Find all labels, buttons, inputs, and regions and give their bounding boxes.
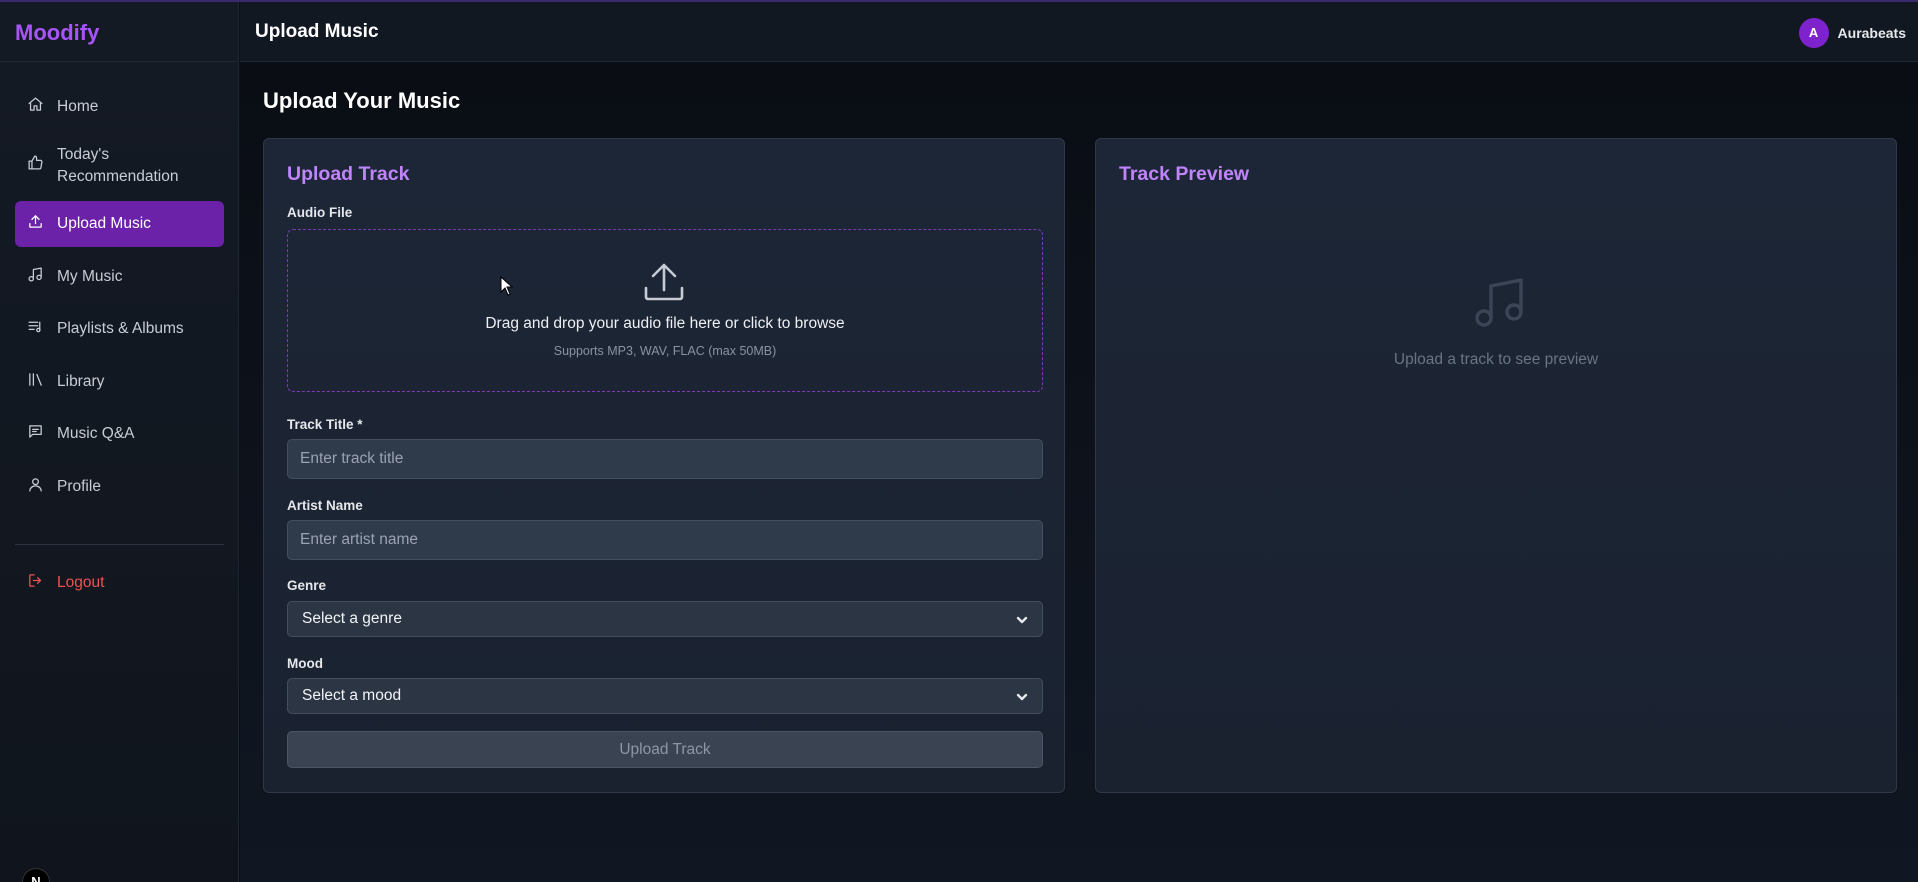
sidebar-item-label: Home bbox=[57, 98, 99, 115]
home-icon bbox=[27, 96, 44, 118]
artist-name-label: Artist Name bbox=[287, 498, 363, 513]
sidebar-item-my-music[interactable]: My Music bbox=[15, 254, 224, 300]
sidebar-item-profile[interactable]: Profile bbox=[15, 464, 224, 510]
top-header: Upload Music A Aurabeats bbox=[240, 2, 1918, 62]
chevron-down-icon bbox=[1016, 690, 1028, 702]
upload-icon bbox=[27, 213, 44, 235]
app-root: Moodify Home Today's Recommendation Uplo… bbox=[0, 0, 1918, 882]
chat-icon bbox=[27, 423, 44, 445]
sidebar-item-library[interactable]: Library bbox=[15, 359, 224, 405]
sidebar-item-label: Today's Recommendation bbox=[57, 145, 179, 185]
audio-file-label: Audio File bbox=[287, 205, 353, 220]
logout-icon bbox=[27, 572, 44, 594]
sidebar-item-todays-recommendation[interactable]: Today's Recommendation bbox=[15, 137, 224, 195]
genre-label: Genre bbox=[287, 578, 327, 593]
playlist-icon bbox=[27, 318, 44, 340]
upload-icon bbox=[642, 262, 686, 302]
thumbs-up-icon bbox=[27, 154, 44, 178]
music-note-icon bbox=[1471, 274, 1527, 330]
dropzone-instructions: Drag and drop your audio file here or cl… bbox=[485, 315, 845, 332]
upload-track-card: Upload Track Audio File Drag and drop yo… bbox=[263, 138, 1065, 793]
mood-selected-value: Select a mood bbox=[302, 687, 402, 704]
preview-empty-text: Upload a track to see preview bbox=[1393, 351, 1599, 368]
sidebar-item-label: Music Q&A bbox=[57, 425, 135, 442]
sidebar-divider bbox=[15, 544, 224, 545]
music-note-icon bbox=[27, 266, 44, 288]
genre-selected-value: Select a genre bbox=[302, 610, 402, 627]
sidebar-nav: Home Today's Recommendation Upload Music… bbox=[15, 84, 224, 516]
page-title: Upload Your Music bbox=[263, 88, 461, 113]
track-title-input[interactable] bbox=[287, 439, 1043, 479]
logout-button[interactable]: Logout bbox=[15, 560, 224, 606]
upload-card-title: Upload Track bbox=[287, 163, 410, 185]
sidebar-item-label: Profile bbox=[57, 477, 101, 495]
sidebar-item-label: My Music bbox=[57, 267, 123, 285]
framework-badge[interactable]: N bbox=[22, 868, 50, 882]
mood-label: Mood bbox=[287, 656, 323, 671]
sidebar-item-label: Playlists & Albums bbox=[57, 320, 184, 337]
sidebar: Moodify Home Today's Recommendation Uplo… bbox=[0, 2, 239, 882]
username: Aurabeats bbox=[1837, 25, 1906, 41]
track-preview-card: Track Preview Upload a track to see prev… bbox=[1095, 138, 1897, 793]
audio-dropzone[interactable]: Drag and drop your audio file here or cl… bbox=[287, 229, 1043, 392]
sidebar-item-label: Upload Music bbox=[57, 215, 151, 232]
sidebar-item-upload-music[interactable]: Upload Music bbox=[15, 201, 224, 247]
track-title-label: Track Title * bbox=[287, 417, 363, 432]
sidebar-item-label: Library bbox=[57, 372, 105, 390]
main-content: Upload Your Music Upload Track Audio Fil… bbox=[240, 63, 1918, 882]
user-menu[interactable]: A Aurabeats bbox=[1798, 18, 1906, 48]
avatar: A bbox=[1798, 18, 1829, 48]
chevron-down-icon bbox=[1016, 613, 1028, 625]
sidebar-item-home[interactable]: Home bbox=[15, 84, 224, 130]
upload-track-button[interactable]: Upload Track bbox=[287, 731, 1043, 768]
artist-name-input[interactable] bbox=[287, 520, 1043, 560]
mouse-cursor-icon bbox=[500, 275, 514, 296]
user-icon bbox=[27, 476, 44, 498]
library-icon bbox=[27, 371, 44, 393]
logout-label: Logout bbox=[57, 574, 105, 591]
preview-card-title: Track Preview bbox=[1119, 163, 1250, 185]
sidebar-item-music-qa[interactable]: Music Q&A bbox=[15, 411, 224, 457]
sidebar-item-playlists-albums[interactable]: Playlists & Albums bbox=[15, 306, 224, 352]
genre-select[interactable]: Select a genre bbox=[287, 601, 1043, 637]
dropzone-hint: Supports MP3, WAV, FLAC (max 50MB) bbox=[553, 344, 777, 358]
header-title: Upload Music bbox=[255, 21, 379, 42]
brand-logo[interactable]: Moodify bbox=[0, 2, 238, 62]
mood-select[interactable]: Select a mood bbox=[287, 678, 1043, 714]
